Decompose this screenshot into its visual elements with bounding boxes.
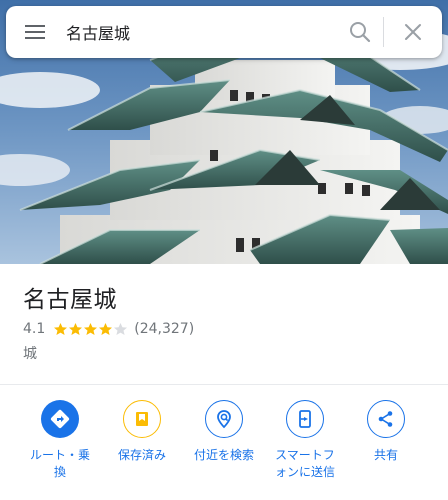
place-title: 名古屋城 <box>23 287 117 313</box>
star-icon <box>99 323 113 335</box>
send-to-phone-label: スマートフ ォンに送信 <box>274 448 335 479</box>
saved-button[interactable]: 保存済み <box>102 400 182 464</box>
action-bar: ルート・乗 換 保存済み 付近を検索 スマートフ ォンに送信 共有 <box>0 400 448 500</box>
bookmark-icon <box>123 400 161 438</box>
saved-label: 保存済み <box>117 448 166 462</box>
directions-icon <box>41 400 79 438</box>
star-icon <box>114 323 128 335</box>
section-divider <box>0 384 448 385</box>
nearby-search-label: 付近を検索 <box>193 448 254 462</box>
nearby-search-button[interactable]: 付近を検索 <box>184 400 264 464</box>
close-icon <box>405 24 421 40</box>
place-category: 城 <box>23 346 37 362</box>
rating-stars <box>53 322 128 336</box>
share-label: 共有 <box>373 448 398 462</box>
directions-label: ルート・乗 換 <box>29 448 90 479</box>
share-icon <box>367 400 405 438</box>
nearby-search-icon <box>205 400 243 438</box>
rating-row[interactable]: 4.1 (24,327) <box>23 321 194 337</box>
search-icon <box>350 22 371 43</box>
share-button[interactable]: 共有 <box>346 400 426 464</box>
clear-search-button[interactable] <box>384 6 442 58</box>
star-icon <box>54 323 68 335</box>
search-button[interactable] <box>337 6 383 58</box>
directions-button[interactable]: ルート・乗 換 <box>20 400 100 481</box>
menu-icon <box>25 25 45 39</box>
star-icon <box>69 323 83 335</box>
send-to-phone-icon <box>286 400 324 438</box>
star-icon <box>84 323 98 335</box>
menu-button[interactable] <box>6 6 64 58</box>
rating-value: 4.1 <box>23 321 46 337</box>
search-input[interactable]: 名古屋城 <box>64 20 337 44</box>
review-count[interactable]: (24,327) <box>134 321 194 337</box>
send-to-phone-button[interactable]: スマートフ ォンに送信 <box>265 400 345 481</box>
search-bar: 名古屋城 <box>6 6 442 58</box>
